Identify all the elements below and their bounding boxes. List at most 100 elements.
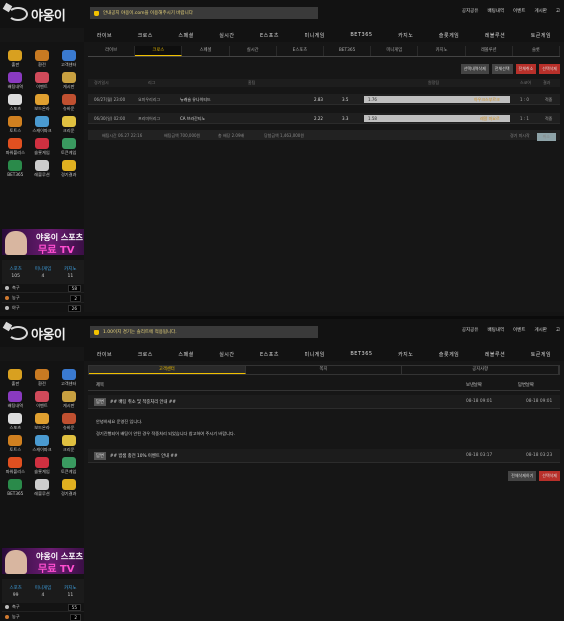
sidebar-menu-item[interactable]: 스포츠 [2,94,29,112]
sidebar-menu-item[interactable]: 보드온라 [29,94,56,112]
nav-token[interactable]: 토큰게임 [531,351,551,358]
stat-minigame[interactable]: 미니게임 4 [29,260,56,284]
sidebar-menu-item[interactable]: 환전 [29,369,56,387]
stat-sports[interactable]: 스포츠 99 [2,579,29,603]
nav-realtime[interactable]: 실시간 [219,351,234,358]
nav-esports[interactable]: E스포츠 [260,32,279,39]
tab-cross[interactable]: 크로스 [135,46,183,56]
top-link-bet-history[interactable]: 배팅내역 [487,8,504,14]
sidebar-menu-item[interactable]: 토큰게임 [55,138,82,156]
bet-cancel-button[interactable]: 취소 [536,133,556,141]
sidebar-menu-item[interactable]: 출판 [2,50,29,68]
nav-live[interactable]: 라이브 [97,32,112,39]
sport-row-basketball[interactable]: 농구 2 [2,613,84,621]
top-link-more[interactable]: 고 [556,8,560,14]
nav-bet365[interactable]: BET365 [350,351,372,357]
stat-sports[interactable]: 스포츠 105 [2,260,29,284]
sidebar-menu-item[interactable]: 토트스 [2,435,29,453]
tab-realtime[interactable]: 실시간 [230,46,277,56]
sidebar-menu-item[interactable]: 슈바운 [55,94,82,112]
top-link-bet-history[interactable]: 배팅내역 [487,327,504,333]
sidebar-menu-item[interactable]: 게시판 [55,391,82,409]
top-link-more[interactable]: 고 [556,327,560,333]
sidebar-menu-item[interactable]: 토큰게임 [55,457,82,475]
sport-row-basketball[interactable]: 농구 2 [2,294,84,303]
tab-evolution[interactable]: 레볼루션 [466,46,513,56]
inquiry-row[interactable]: 답변 ## 배팅 취소 및 적중처리 안내 ## 08-18 09:01 08-… [88,395,560,409]
delete-selected-history-button[interactable]: 선택내역삭제 [460,64,489,74]
tab-casino[interactable]: 카지노 [418,46,466,56]
bet-row[interactable]: 06/27(월) 23:00 요미우리리그 뉴캐슬 유나이티드 2.83 3.5… [88,94,560,105]
delete-all-button[interactable]: 전체삭제하기 [508,471,537,481]
nav-cross[interactable]: 크로스 [138,351,153,358]
nav-slot[interactable]: 슬롯게임 [439,32,459,39]
sidebar-menu-item[interactable]: 스캐이파크 [29,435,56,453]
sidebar-menu-item[interactable]: 크리운 [55,116,82,134]
sidebar-menu-item[interactable]: 토트스 [2,116,29,134]
nav-cross[interactable]: 크로스 [138,32,153,39]
tab-messages[interactable]: 쪽지 [246,366,403,374]
sidebar-menu-item[interactable]: 레볼루션 [29,479,56,497]
tab-esports[interactable]: E스포츠 [277,46,325,56]
sidebar-menu-item[interactable]: 배팅내역 [2,391,29,409]
sidebar-menu-item[interactable]: 경기결과 [55,479,82,497]
nav-special[interactable]: 스페셜 [178,32,193,39]
nav-evolution[interactable]: 레볼루션 [485,32,505,39]
sidebar-menu-item[interactable]: 배팅내역 [2,72,29,90]
delete-selected-button[interactable]: 선택삭제 [539,64,560,74]
sidebar-menu-item[interactable]: 보드온라 [29,413,56,431]
sidebar-menu-item[interactable]: BET365 [2,479,29,497]
nav-evolution[interactable]: 레볼루션 [485,351,505,358]
tab-notices[interactable]: 공지사항 [402,366,560,374]
tab-special[interactable]: 스페셜 [182,46,230,56]
tv-banner[interactable]: 야옹이 스포츠 무료 TV [2,548,84,574]
sidebar-menu-item[interactable]: 경기결과 [55,160,82,178]
nav-live[interactable]: 라이브 [97,351,112,358]
tv-banner[interactable]: 야옹이 스포츠 무료 TV [2,229,84,255]
sidebar-menu-item[interactable]: 크리운 [55,435,82,453]
tab-minigame[interactable]: 미니게임 [371,46,419,56]
nav-token[interactable]: 토큰게임 [531,32,551,39]
top-link-board[interactable]: 게시판 [534,8,546,14]
nav-esports[interactable]: E스포츠 [260,351,279,358]
sport-row-soccer[interactable]: 축구 55 [2,603,84,612]
tab-customer-center[interactable]: 고객센터 [89,366,246,374]
logo[interactable]: 야옹이 [8,324,66,343]
nav-casino[interactable]: 카지노 [398,351,413,358]
tab-bet365[interactable]: BET365 [324,46,372,56]
delete-selected-button[interactable]: 선택삭제 [539,471,560,481]
top-link-notice[interactable]: 공지공유 [462,8,479,14]
sport-row-baseball[interactable]: 야구 26 [2,304,84,312]
select-all-button[interactable]: 전체선택 [491,64,513,74]
sidebar-menu-item[interactable]: BET365 [2,160,29,178]
top-link-notice[interactable]: 공지공유 [462,327,479,333]
top-link-board[interactable]: 게시판 [534,327,546,333]
nav-bet365[interactable]: BET365 [350,32,372,38]
sidebar-menu-item[interactable]: 환전 [29,50,56,68]
nav-realtime[interactable]: 실시간 [219,32,234,39]
top-link-event[interactable]: 이벤트 [513,327,525,333]
sidebar-menu-item[interactable]: 슈바운 [55,413,82,431]
sport-row-soccer[interactable]: 축구 58 [2,284,84,293]
sidebar-menu-item[interactable]: 레볼루션 [29,160,56,178]
tab-slot[interactable]: 슬롯 [513,46,561,56]
sidebar-menu-item[interactable]: 파워볼리스 [2,457,29,475]
sidebar-menu-item[interactable]: 스포츠 [2,413,29,431]
sidebar-menu-item[interactable]: 게시판 [55,72,82,90]
sidebar-menu-item[interactable]: 이벤트 [29,72,56,90]
sidebar-menu-item[interactable]: 출판 [2,369,29,387]
sidebar-menu-item[interactable]: 이벤트 [29,391,56,409]
inquiry-row[interactable]: 답변 ## 밤샘 충전 10% 이벤트 안내 ## 08-18 03:17 08… [88,449,560,463]
sidebar-menu-item[interactable]: 파워볼리스 [2,138,29,156]
nav-minigame[interactable]: 미니게임 [304,351,324,358]
sidebar-menu-item[interactable]: 고객센터 [55,50,82,68]
logo[interactable]: 야옹이 [8,5,66,24]
stat-minigame[interactable]: 미니게임 4 [29,579,56,603]
sidebar-menu-item[interactable]: 스캐이파크 [29,116,56,134]
cancel-all-button[interactable]: 전체취소 [515,64,537,74]
top-link-event[interactable]: 이벤트 [513,8,525,14]
stat-casino[interactable]: 카지노 11 [57,579,84,603]
sidebar-menu-item[interactable]: 슬롯게임 [29,138,56,156]
bet-row[interactable]: 06/30(일) 02:00 프리미어리그 CA 브라간티노 2.22 3.3 … [88,113,560,124]
nav-slot[interactable]: 슬롯게임 [439,351,459,358]
